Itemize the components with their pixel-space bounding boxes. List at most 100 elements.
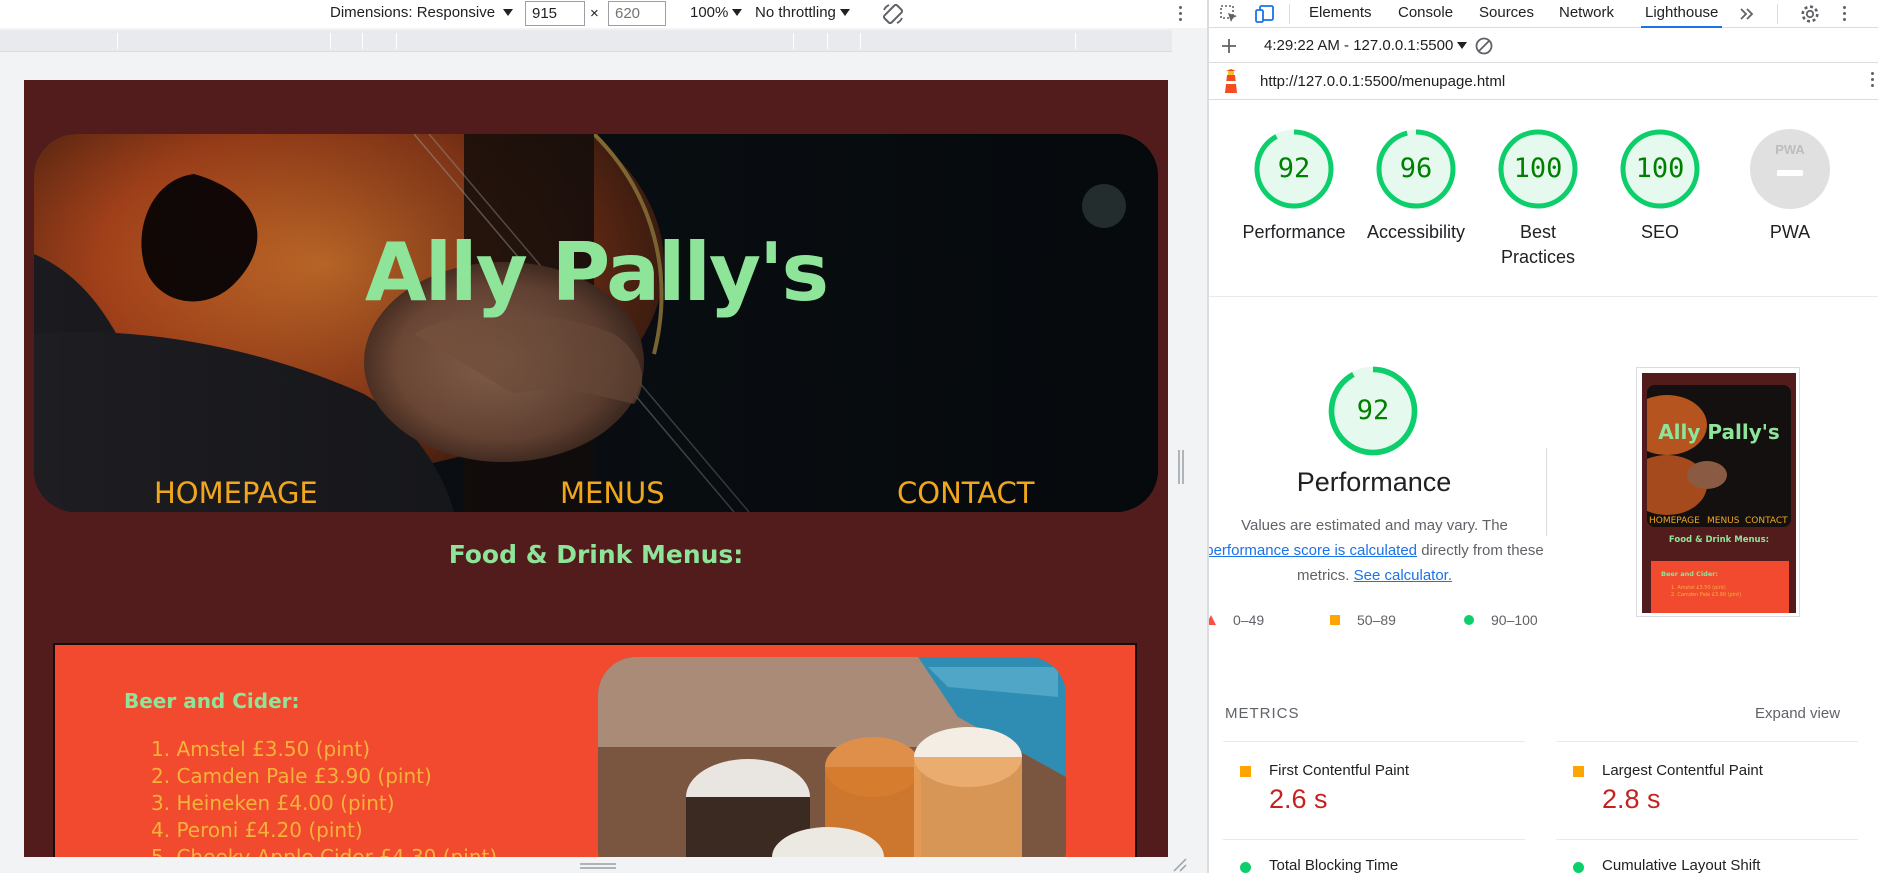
beer-section-title: Beer and Cider: xyxy=(124,689,300,713)
expand-view-toggle[interactable]: Expand view xyxy=(1755,705,1840,722)
see-calculator-link[interactable]: See calculator. xyxy=(1354,567,1452,584)
gauge-score: 100 xyxy=(1513,153,1563,184)
divider xyxy=(1546,448,1547,536)
legend-label: 50–89 xyxy=(1357,612,1396,628)
resize-handle-right[interactable] xyxy=(1177,450,1185,484)
dimension-separator: × xyxy=(590,5,599,22)
report-menu-icon[interactable] xyxy=(1867,68,1877,87)
metric-largest-contentful-paint: Largest Contentful Paint 2.8 s xyxy=(1556,741,1858,839)
final-screenshot-thumbnail[interactable]: Ally Pally's HOMEPAGE MENUS CONTACT Food… xyxy=(1636,367,1800,617)
gauge-best-practices[interactable]: 100 Best Practices xyxy=(1497,128,1579,267)
nav-link-contact[interactable]: CONTACT xyxy=(897,476,1035,510)
dimensions-dropdown[interactable]: Dimensions: Responsive xyxy=(330,4,514,21)
gauge-performance[interactable]: 92 Performance xyxy=(1242,128,1346,242)
thumbnail-hero: Ally Pally's HOMEPAGE MENUS CONTACT xyxy=(1647,385,1791,527)
report-url[interactable]: http://127.0.0.1:5500/menupage.html xyxy=(1260,73,1505,90)
desc-text: Values are estimated and may vary. The xyxy=(1241,517,1508,534)
fail-triangle-icon xyxy=(1209,615,1216,625)
site-title: Ally Pally's xyxy=(364,226,829,319)
height-input[interactable] xyxy=(608,1,666,26)
legend-label: 90–100 xyxy=(1491,612,1538,628)
chevron-down-icon xyxy=(732,9,743,16)
performance-description: Values are estimated and may vary. The p… xyxy=(1209,513,1546,588)
device-toolbar-toggle-icon[interactable] xyxy=(1254,3,1276,25)
metric-first-contentful-paint: First Contentful Paint 2.6 s xyxy=(1223,741,1525,839)
pwa-badge-icon xyxy=(1750,129,1830,209)
devtools-menu-icon[interactable] xyxy=(1839,2,1849,21)
dimensions-label: Dimensions: Responsive xyxy=(330,4,496,21)
gauge-score: 92 xyxy=(1277,153,1311,184)
devtools-panel: Elements Console Sources Network Lightho… xyxy=(1209,0,1878,873)
nav-link-homepage[interactable]: HOMEPAGE xyxy=(154,476,318,510)
tab-elements[interactable]: Elements xyxy=(1309,0,1372,28)
thumbnail-nav-item: MENUS xyxy=(1707,516,1740,526)
gear-icon[interactable] xyxy=(1799,3,1821,25)
thumbnail-heading: Food & Drink Menus: xyxy=(1668,535,1770,545)
gauge-seo[interactable]: 100 SEO xyxy=(1619,128,1701,242)
average-square-icon xyxy=(1240,766,1251,777)
list-item: 1. Amstel £3.50 (pint) xyxy=(151,737,371,761)
score-calculation-link[interactable]: performance score is calculated xyxy=(1209,542,1417,559)
beer-list: 1. Amstel £3.50 (pint) 2. Camden Pale £3… xyxy=(151,736,497,857)
gauge-score: 100 xyxy=(1635,153,1685,184)
tab-lighthouse[interactable]: Lighthouse xyxy=(1641,0,1723,28)
zoom-dropdown[interactable]: 100% xyxy=(690,4,743,21)
metric-value: 2.8 s xyxy=(1602,784,1661,814)
legend-label: 0–49 xyxy=(1233,612,1265,628)
devtools-tabbar: Elements Console Sources Network Lightho… xyxy=(1209,0,1878,28)
more-options-icon[interactable] xyxy=(1175,2,1185,26)
add-report-icon[interactable] xyxy=(1219,36,1239,56)
list-item: 4. Peroni £4.20 (pint) xyxy=(151,818,363,842)
thumbnail-nav-item: HOMEPAGE xyxy=(1649,516,1700,526)
throttling-dropdown[interactable]: No throttling xyxy=(755,4,850,21)
tab-sources[interactable]: Sources xyxy=(1479,0,1534,28)
lighthouse-logo-icon xyxy=(1225,69,1237,93)
legend-fail: 0–49 xyxy=(1209,612,1264,628)
pwa-badge-text: PWA xyxy=(1775,142,1805,157)
metric-name: First Contentful Paint xyxy=(1269,762,1410,779)
device-toolbar: Dimensions: Responsive × 100% No throttl… xyxy=(0,0,1207,28)
width-input[interactable] xyxy=(525,1,585,26)
thumbnail-card: Beer and Cider: 1. Amstel £3.50 (pint) 2… xyxy=(1651,561,1789,613)
metric-name: Total Blocking Time xyxy=(1269,857,1399,873)
resize-corner-icon[interactable] xyxy=(1172,858,1188,872)
hero-banner: Ally Pally's HOMEPAGE MENUS CONTACT xyxy=(34,134,1158,512)
pass-circle-icon xyxy=(1240,862,1251,873)
gauge-accessibility[interactable]: 96 Accessibility xyxy=(1367,128,1465,242)
chevron-down-icon xyxy=(1457,42,1468,49)
inspect-element-icon[interactable] xyxy=(1218,3,1240,25)
performance-title: Performance xyxy=(1296,467,1452,497)
clear-icon[interactable] xyxy=(1474,36,1494,56)
beer-cider-card: Beer and Cider: 1. Amstel £3.50 (pint) 2… xyxy=(53,643,1137,857)
thumbnail-nav-item: CONTACT xyxy=(1745,516,1788,526)
gauge-pwa[interactable]: PWA PWA xyxy=(1749,128,1831,242)
menus-heading: Food & Drink Menus: xyxy=(448,540,744,569)
more-tabs-icon[interactable] xyxy=(1736,3,1758,25)
list-item: 3. Heineken £4.00 (pint) xyxy=(151,791,395,815)
emulated-page: Ally Pally's HOMEPAGE MENUS CONTACT Food… xyxy=(24,80,1168,857)
thumbnail-list-item: 2. Camden Pale £3.90 (pint) xyxy=(1671,592,1742,598)
legend-average: 50–89 xyxy=(1329,612,1396,628)
media-query-bar[interactable] xyxy=(0,30,1172,52)
gauge-label: Performance xyxy=(1242,222,1346,242)
report-selector[interactable]: 4:29:22 AM - 127.0.0.1:5500 xyxy=(1264,37,1468,54)
report-url-row: http://127.0.0.1:5500/menupage.html xyxy=(1209,64,1878,100)
gauge-label: SEO xyxy=(1640,222,1679,242)
beer-flight-photo xyxy=(598,657,1066,857)
legend-pass: 90–100 xyxy=(1463,612,1538,628)
nav-link-menus[interactable]: MENUS xyxy=(560,476,665,510)
device-emulation-area: Dimensions: Responsive × 100% No throttl… xyxy=(0,0,1207,873)
tab-console[interactable]: Console xyxy=(1398,0,1453,28)
metrics-header: METRICS xyxy=(1225,705,1300,722)
rotate-icon[interactable] xyxy=(880,1,906,27)
thumbnail-list-item: 1. Amstel £3.50 (pint) xyxy=(1671,585,1726,591)
average-square-icon xyxy=(1573,766,1584,777)
metric-value: 2.6 s xyxy=(1269,784,1328,814)
lighthouse-toolbar: 4:29:22 AM - 127.0.0.1:5500 xyxy=(1209,29,1878,63)
gauge-label: Best Practices xyxy=(1500,222,1576,267)
resize-handle-bottom[interactable] xyxy=(580,862,616,870)
tab-network[interactable]: Network xyxy=(1559,0,1614,28)
metric-name: Largest Contentful Paint xyxy=(1602,762,1763,779)
metric-total-blocking-time: Total Blocking Time xyxy=(1223,839,1525,873)
list-item: 5. Cheeky Apple Cider £4.30 (pint) xyxy=(151,845,498,857)
